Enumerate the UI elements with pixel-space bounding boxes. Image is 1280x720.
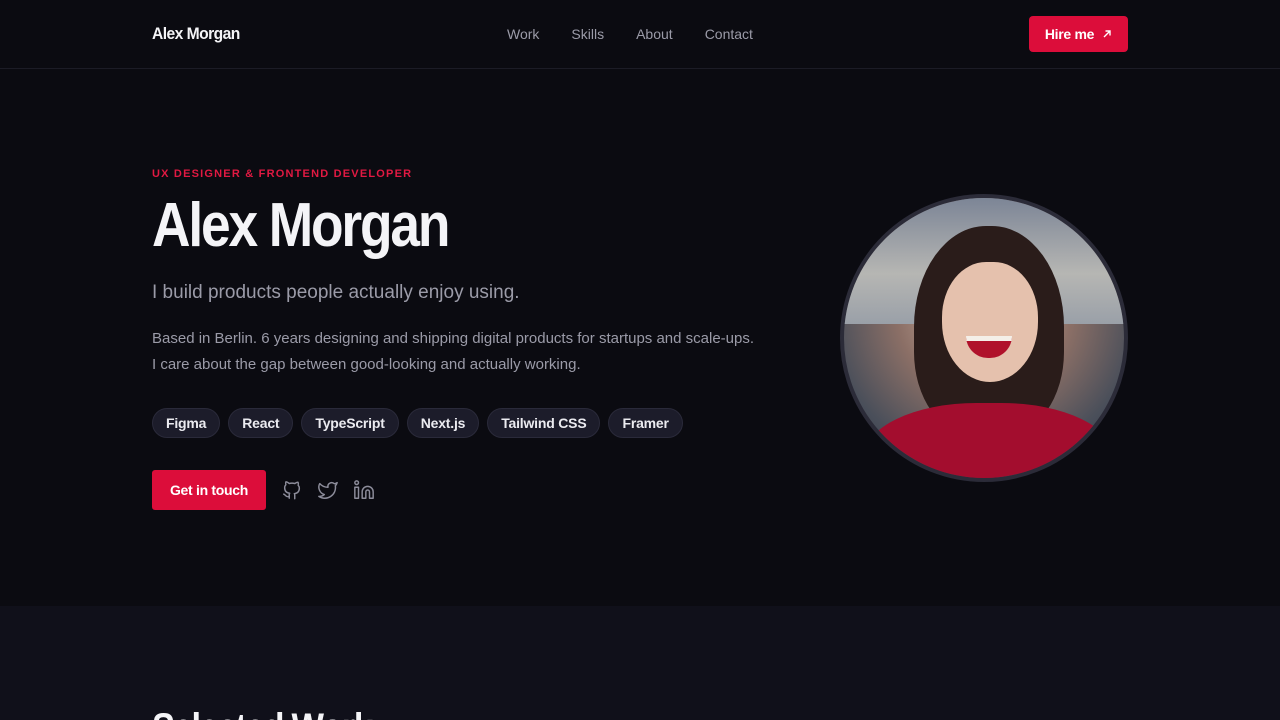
github-icon[interactable] xyxy=(281,479,303,501)
brand-logo[interactable]: Alex Morgan xyxy=(152,24,240,44)
hero-bio: Based in Berlin. 6 years designing and s… xyxy=(152,326,792,378)
site-header: Alex Morgan Work Skills About Contact Hi… xyxy=(0,0,1280,69)
skill-chip-react: React xyxy=(228,408,294,438)
bio-line: Based in Berlin. 6 years designing and s… xyxy=(152,330,755,347)
skill-chip-framer: Framer xyxy=(608,408,683,438)
section-title: Selected Work xyxy=(152,706,373,720)
nav-link-about[interactable]: About xyxy=(636,26,673,42)
get-in-touch-button[interactable]: Get in touch xyxy=(152,470,266,510)
bio-line: I care about the gap between good-lookin… xyxy=(152,356,581,373)
main-nav: Work Skills About Contact xyxy=(507,26,753,42)
skill-chip-nextjs: Next.js xyxy=(406,408,480,438)
photo-face xyxy=(942,262,1038,382)
linkedin-icon[interactable] xyxy=(353,479,375,501)
photo-shirt xyxy=(864,403,1114,478)
selected-work-section: Selected Work xyxy=(0,606,1280,720)
nav-link-work[interactable]: Work xyxy=(507,26,539,42)
hire-me-label: Hire me xyxy=(1044,26,1095,42)
hire-me-button[interactable]: Hire me xyxy=(1029,16,1128,52)
nav-link-contact[interactable]: Contact xyxy=(705,26,753,42)
hero-tagline: I build products people actually enjoy u… xyxy=(152,282,520,303)
nav-link-skills[interactable]: Skills xyxy=(571,26,604,42)
hero-title: Alex Morgan xyxy=(152,191,450,260)
skill-chip-tailwind: Tailwind CSS xyxy=(487,408,601,438)
skill-chip-figma: Figma xyxy=(152,408,221,438)
hero-eyebrow: UX DESIGNER & FRONTEND DEVELOPER xyxy=(152,168,413,180)
twitter-icon[interactable] xyxy=(317,479,339,501)
skill-chip-typescript: TypeScript xyxy=(301,408,399,438)
profile-photo xyxy=(840,194,1128,482)
skill-chips: Figma React TypeScript Next.js Tailwind … xyxy=(152,408,683,438)
arrow-up-right-icon xyxy=(1103,30,1111,38)
